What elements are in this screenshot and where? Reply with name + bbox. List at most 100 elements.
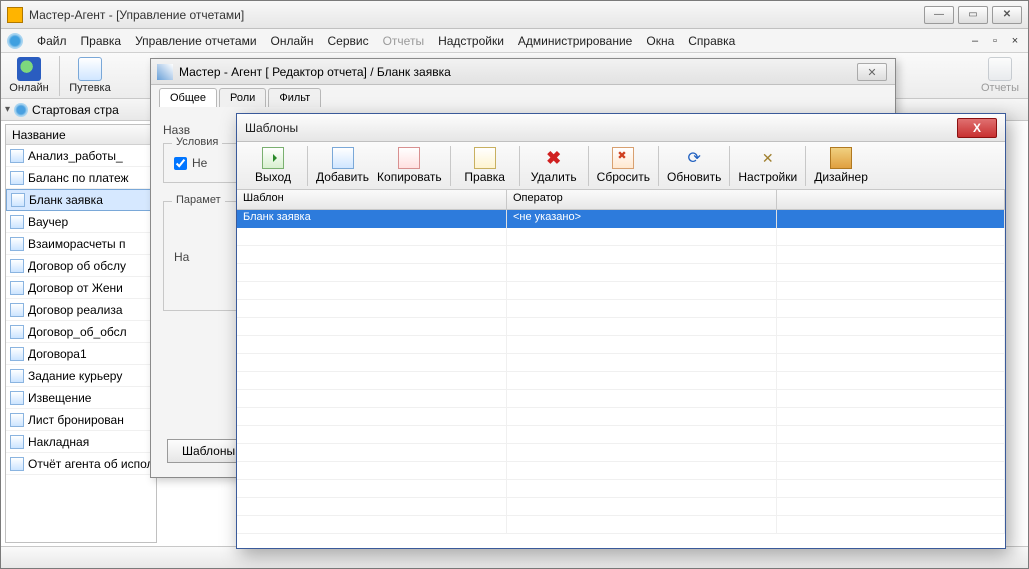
report-icon (11, 193, 25, 207)
dialog-close-button[interactable]: X (957, 118, 997, 138)
editor-titlebar: Мастер - Агент [ Редактор отчета] / Блан… (151, 59, 895, 85)
sidebar-item[interactable]: Накладная (6, 431, 156, 453)
mdi-minimize[interactable]: – (968, 34, 982, 48)
sidebar-item[interactable]: Баланс по платеж (6, 167, 156, 189)
report-icon (10, 149, 24, 163)
grid-row-empty[interactable] (237, 498, 1005, 516)
gear-icon[interactable] (7, 33, 23, 49)
gear-icon (14, 103, 28, 117)
menu-service[interactable]: Сервис (328, 34, 369, 48)
tab-roles[interactable]: Роли (219, 88, 266, 107)
menu-reports: Отчеты (383, 34, 424, 48)
sidebar-item[interactable]: Бланк заявка (6, 189, 156, 211)
grid-row-empty[interactable] (237, 246, 1005, 264)
grid-row-empty[interactable] (237, 372, 1005, 390)
sidebar-item[interactable]: Договора1 (6, 343, 156, 365)
tab-general[interactable]: Общее (159, 88, 217, 107)
grid-row-empty[interactable] (237, 300, 1005, 318)
delete-icon: ✖ (543, 147, 565, 169)
menu-addons[interactable]: Надстройки (438, 34, 504, 48)
report-icon (10, 303, 24, 317)
sidebar-item[interactable]: Анализ_работы_ (6, 145, 156, 167)
templates-grid[interactable]: Шаблон Оператор Бланк заявка <не указано… (237, 190, 1005, 548)
sidebar-item[interactable]: Ваучер (6, 211, 156, 233)
menu-online[interactable]: Онлайн (271, 34, 314, 48)
menu-file[interactable]: Файл (37, 34, 67, 48)
toolbar-settings[interactable]: ✕ Настройки (734, 145, 801, 186)
sidebar-item-label: Договор_об_обсл (28, 325, 127, 339)
minimize-button[interactable]: — (924, 6, 954, 24)
designer-icon (830, 147, 852, 169)
toolbar-reports: Отчеты (978, 57, 1022, 94)
sidebar-item-label: Договора1 (28, 347, 87, 361)
toolbar-reset[interactable]: Сбросить (593, 145, 654, 186)
cell-operator: <не указано> (507, 210, 777, 228)
sidebar-item[interactable]: Договор от Жени (6, 277, 156, 299)
sidebar-item-label: Договор реализа (28, 303, 123, 317)
editor-title: Мастер - Агент [ Редактор отчета] / Блан… (179, 65, 451, 79)
sidebar-item[interactable]: Лист бронирован (6, 409, 156, 431)
toolbar-designer[interactable]: Дизайнер (810, 145, 872, 186)
menu-edit[interactable]: Правка (81, 34, 122, 48)
globe-icon (17, 57, 41, 81)
maximize-button[interactable]: ▭ (958, 6, 988, 24)
grid-row-empty[interactable] (237, 390, 1005, 408)
grid-row-empty[interactable] (237, 318, 1005, 336)
report-icon (10, 413, 24, 427)
grid-row-empty[interactable] (237, 426, 1005, 444)
editor-tabs: Общее Роли Фильт (151, 85, 895, 107)
toolbar-add[interactable]: Добавить (312, 145, 373, 186)
toolbar-exit[interactable]: Выход (243, 145, 303, 186)
report-icon (10, 435, 24, 449)
checkbox-ne-input[interactable] (174, 157, 187, 170)
grid-row-empty[interactable] (237, 336, 1005, 354)
column-operator[interactable]: Оператор (507, 190, 777, 209)
grid-row-empty[interactable] (237, 462, 1005, 480)
report-icon (10, 325, 24, 339)
grid-row-empty[interactable] (237, 264, 1005, 282)
toolbar-delete[interactable]: ✖ Удалить (524, 145, 584, 186)
dialog-titlebar: Шаблоны X (237, 114, 1005, 142)
editor-close-button[interactable]: ✕ (857, 63, 887, 81)
menu-reports-mgmt[interactable]: Управление отчетами (135, 34, 256, 48)
sidebar-item[interactable]: Задание курьеру (6, 365, 156, 387)
toolbar-refresh[interactable]: ⟳ Обновить (663, 145, 725, 186)
sidebar-item[interactable]: Взаиморасчеты п (6, 233, 156, 255)
grid-row-empty[interactable] (237, 354, 1005, 372)
toolbar-edit[interactable]: Правка (455, 145, 515, 186)
report-icon (10, 259, 24, 273)
grid-row[interactable]: Бланк заявка <не указано> (237, 210, 1005, 228)
menu-help[interactable]: Справка (688, 34, 735, 48)
start-page-tab[interactable]: Стартовая стра (32, 103, 119, 117)
grid-row-empty[interactable] (237, 282, 1005, 300)
mdi-restore[interactable]: ▫ (988, 34, 1002, 48)
report-icon (10, 237, 24, 251)
main-title: Мастер-Агент - [Управление отчетами] (29, 8, 924, 22)
menu-admin[interactable]: Администрирование (518, 34, 632, 48)
main-titlebar: Мастер-Агент - [Управление отчетами] — ▭… (1, 1, 1028, 29)
toolbar-online[interactable]: Онлайн (7, 57, 51, 94)
grid-row-empty[interactable] (237, 444, 1005, 462)
mdi-close[interactable]: × (1008, 34, 1022, 48)
sidebar-item[interactable]: Договор реализа (6, 299, 156, 321)
tab-filter[interactable]: Фильт (268, 88, 321, 107)
grid-row-empty[interactable] (237, 480, 1005, 498)
status-bar (1, 546, 1028, 568)
grid-row-empty[interactable] (237, 516, 1005, 534)
sidebar-item[interactable]: Отчёт агента об исполнении по (6, 453, 156, 475)
grid-row-empty[interactable] (237, 228, 1005, 246)
chevron-down-icon[interactable]: ▾ (5, 104, 10, 115)
sidebar: Название Анализ_работы_Баланс по платежБ… (5, 124, 157, 543)
column-template[interactable]: Шаблон (237, 190, 507, 209)
sidebar-header: Название (6, 125, 156, 145)
sidebar-item[interactable]: Договор об обслу (6, 255, 156, 277)
close-button[interactable]: ✕ (992, 6, 1022, 24)
sidebar-item[interactable]: Извещение (6, 387, 156, 409)
sidebar-item[interactable]: Договор_об_обсл (6, 321, 156, 343)
sidebar-item-label: Лист бронирован (28, 413, 124, 427)
column-spacer (777, 190, 1005, 209)
grid-row-empty[interactable] (237, 408, 1005, 426)
toolbar-voucher[interactable]: Путевка (68, 57, 112, 94)
toolbar-copy[interactable]: Копировать (373, 145, 446, 186)
menu-windows[interactable]: Окна (646, 34, 674, 48)
